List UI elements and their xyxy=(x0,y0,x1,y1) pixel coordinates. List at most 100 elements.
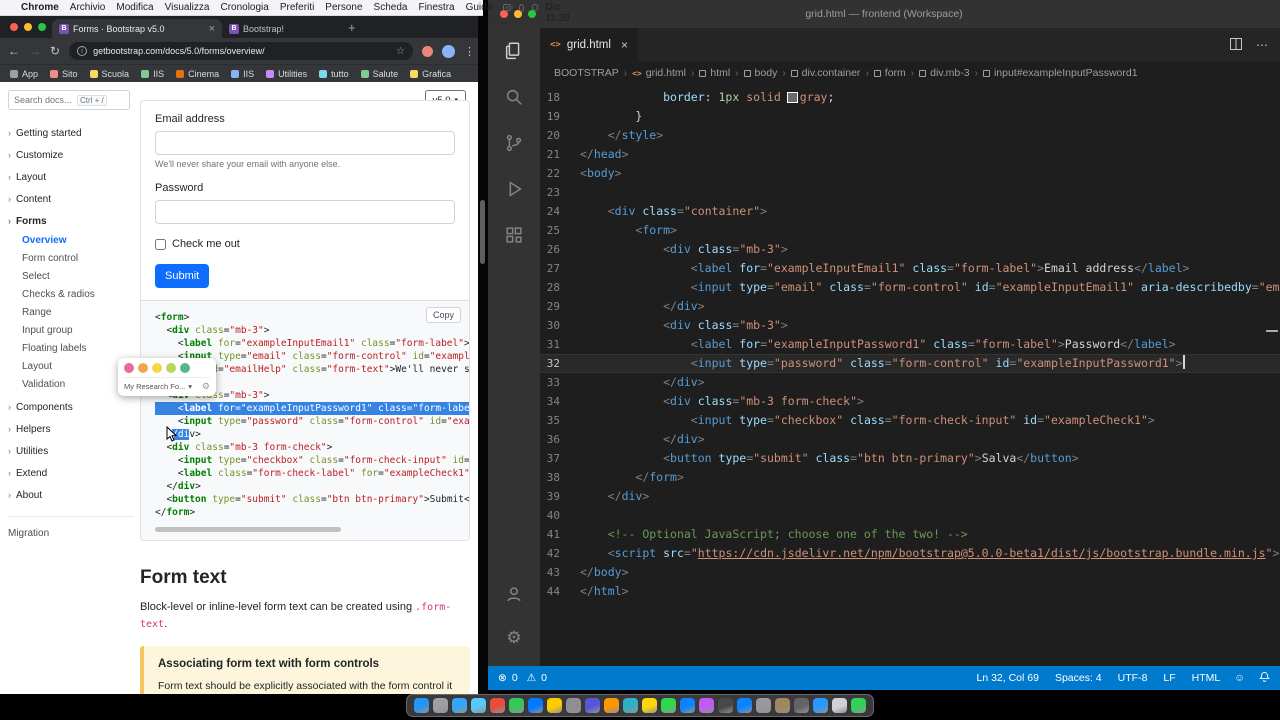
status-item[interactable]: Ln 32, Col 69 xyxy=(976,672,1038,684)
sidebar-item-migration[interactable]: Migration xyxy=(8,525,134,543)
breadcrumb-item[interactable]: body xyxy=(743,67,777,79)
horizontal-scrollbar-thumb[interactable] xyxy=(155,527,341,532)
popup-label[interactable]: My Research Fo... xyxy=(124,382,185,391)
page-scrollbar-thumb[interactable] xyxy=(480,200,485,264)
breadcrumb-item[interactable]: <> grid.html xyxy=(632,67,686,79)
sidebar-item-extend[interactable]: › Extend xyxy=(8,462,134,484)
breadcrumb-item[interactable]: BOOTSTRAP xyxy=(554,67,619,79)
docs-search[interactable]: Ctrl + / xyxy=(8,90,130,110)
sidebar-item-about[interactable]: › About xyxy=(8,484,134,506)
control-center-icon[interactable] xyxy=(531,4,538,11)
dock-icon[interactable] xyxy=(699,698,714,713)
editor-tab-grid-html[interactable]: <> grid.html × xyxy=(540,28,638,62)
breadcrumb-item[interactable]: input#exampleInputPassword1 xyxy=(982,67,1138,79)
dock-icon[interactable] xyxy=(566,698,581,713)
reload-button[interactable]: ↻ xyxy=(50,44,60,58)
forward-button[interactable]: → xyxy=(29,44,41,58)
settings-gear-icon[interactable]: ⚙ xyxy=(488,616,540,660)
sidebar-item-floating-labels[interactable]: Floating labels xyxy=(22,340,134,358)
chrome-menu-icon[interactable]: ⋮ xyxy=(464,45,475,58)
sidebar-item-layout[interactable]: › Layout xyxy=(8,166,134,188)
bookmark-item[interactable]: Cinema xyxy=(176,69,219,79)
browser-tab[interactable]: B Forms · Bootstrap v5.0 × xyxy=(52,19,222,38)
sidebar-item-content[interactable]: › Content xyxy=(8,188,134,210)
sidebar-item-form-control[interactable]: Form control xyxy=(22,250,134,268)
more-actions-icon[interactable]: ⋯ xyxy=(1256,38,1268,52)
dock-icon[interactable] xyxy=(547,698,562,713)
status-item[interactable]: LF xyxy=(1163,672,1175,684)
source-control-icon[interactable] xyxy=(488,120,540,166)
dock-icon[interactable] xyxy=(775,698,790,713)
dock-icon[interactable] xyxy=(604,698,619,713)
profile-avatar[interactable] xyxy=(442,44,455,58)
bookmark-item[interactable]: IIS xyxy=(141,69,164,79)
sidebar-item-customize[interactable]: › Customize xyxy=(8,144,134,166)
bookmark-item[interactable]: Utilities xyxy=(266,69,307,79)
dock-icon[interactable] xyxy=(680,698,695,713)
window-close-button[interactable] xyxy=(10,23,18,31)
tab-close-icon[interactable]: × xyxy=(621,38,628,52)
bookmark-item[interactable]: App xyxy=(10,69,38,79)
highlight-color-icon[interactable] xyxy=(180,363,190,373)
window-zoom-button[interactable] xyxy=(38,23,46,31)
sidebar-item-checks-radios[interactable]: Checks & radios xyxy=(22,286,134,304)
highlight-color-icon[interactable] xyxy=(138,363,148,373)
dock-icon[interactable] xyxy=(452,698,467,713)
password-input[interactable] xyxy=(155,200,455,224)
dock-icon[interactable] xyxy=(756,698,771,713)
sidebar-item-range[interactable]: Range xyxy=(22,304,134,322)
dock-icon[interactable] xyxy=(414,698,429,713)
sidebar-item-utilities[interactable]: › Utilities xyxy=(8,440,134,462)
notifications-bell-icon[interactable] xyxy=(1258,671,1271,686)
breadcrumb-item[interactable]: div.container xyxy=(790,67,860,79)
highlight-color-icon[interactable] xyxy=(166,363,176,373)
copy-button[interactable]: Copy xyxy=(425,307,461,323)
feedback-icon[interactable]: ☺ xyxy=(1234,672,1245,684)
sidebar-item-input-group[interactable]: Input group xyxy=(22,322,134,340)
site-info-icon[interactable]: i xyxy=(77,46,88,56)
dock-icon[interactable] xyxy=(623,698,638,713)
menu-item[interactable]: Guida xyxy=(466,2,493,13)
bookmark-item[interactable]: Sito xyxy=(50,69,78,79)
browser-tab[interactable]: B Bootstrap! xyxy=(222,19,340,38)
status-item[interactable]: UTF-8 xyxy=(1118,672,1148,684)
menu-item[interactable]: Finestra xyxy=(418,2,454,13)
submit-button[interactable]: Submit xyxy=(155,264,210,288)
sidebar-item-select[interactable]: Select xyxy=(22,268,134,286)
dock-icon[interactable] xyxy=(794,698,809,713)
bookmark-item[interactable]: Grafica xyxy=(410,69,451,79)
dock-icon[interactable] xyxy=(471,698,486,713)
menu-item[interactable]: Chrome xyxy=(21,2,59,13)
dock-icon[interactable] xyxy=(585,698,600,713)
extensions-icon[interactable] xyxy=(488,212,540,258)
sidebar-item-getting-started[interactable]: › Getting started xyxy=(8,122,134,144)
sidebar-item-components[interactable]: › Components xyxy=(8,396,134,418)
menu-item[interactable]: Cronologia xyxy=(220,2,268,13)
address-bar[interactable]: i getbootstrap.com/docs/5.0/forms/overvi… xyxy=(69,42,413,60)
dock-icon[interactable] xyxy=(528,698,543,713)
check-me-out-checkbox[interactable] xyxy=(155,238,166,250)
bookmark-item[interactable]: tutto xyxy=(319,69,349,79)
breadcrumb-item[interactable]: div.mb-3 xyxy=(919,67,970,79)
dock-icon[interactable] xyxy=(832,698,847,713)
highlight-color-icon[interactable] xyxy=(152,363,162,373)
window-minimize-button[interactable] xyxy=(24,23,32,31)
search-input[interactable] xyxy=(14,95,74,105)
popup-settings-icon[interactable]: ⚙ xyxy=(202,381,210,392)
sidebar-item-forms[interactable]: › Forms xyxy=(8,210,134,232)
explorer-icon[interactable] xyxy=(488,28,540,74)
window-divider[interactable] xyxy=(478,16,488,694)
breadcrumb-item[interactable]: form xyxy=(873,67,906,79)
dock-icon[interactable] xyxy=(718,698,733,713)
account-icon[interactable] xyxy=(488,572,540,616)
menu-item[interactable]: Archivio xyxy=(70,2,106,13)
sidebar-item-overview[interactable]: Overview xyxy=(22,232,134,250)
menu-item[interactable]: Visualizza xyxy=(165,2,210,13)
bookmark-item[interactable]: Scuola xyxy=(89,69,129,79)
dock-icon[interactable] xyxy=(509,698,524,713)
dock-icon[interactable] xyxy=(490,698,505,713)
back-button[interactable]: ← xyxy=(8,44,20,58)
highlight-color-icon[interactable] xyxy=(124,363,134,373)
menu-item[interactable]: Persone xyxy=(325,2,362,13)
dock-icon[interactable] xyxy=(851,698,866,713)
